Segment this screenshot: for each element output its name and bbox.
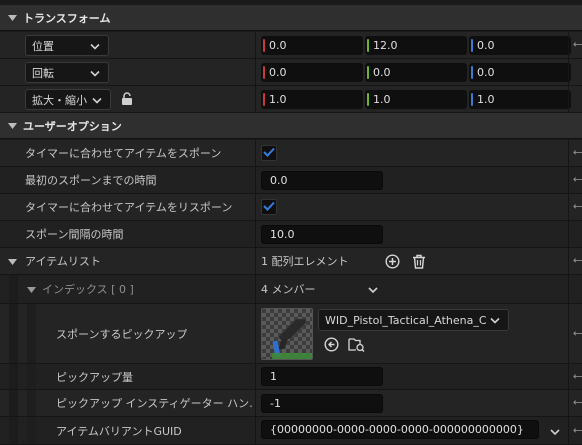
variant-guid-row: アイテムバリアントGUID {00000000-0000-0000-0000-0…	[0, 417, 582, 445]
property-label: タイマーに合わせてアイテムをスポーン	[25, 147, 222, 160]
property-label: アイテムバリアントGUID	[56, 424, 182, 438]
spawn-interval-input[interactable]: 10.0	[261, 225, 383, 244]
pickup-instigator-input[interactable]: -1	[261, 394, 383, 413]
chevron-down-icon	[490, 314, 500, 327]
property-label: アイテムリスト	[25, 255, 101, 268]
scale-x-field[interactable]: 1.0	[261, 90, 363, 109]
scale-z-field[interactable]: 1.0	[469, 90, 571, 109]
rotation-mode-dropdown[interactable]: 回転	[25, 62, 109, 83]
property-label: ピックアップ量	[56, 370, 133, 384]
expand-arrow-icon[interactable]	[7, 258, 17, 266]
reset-arrow-icon[interactable]: ⟵	[573, 175, 582, 186]
pickup-asset-dropdown[interactable]: WID_Pistol_Tactical_Athena_C	[318, 309, 509, 331]
pickup-count-row: ピックアップ量 1 ⟵	[0, 364, 582, 390]
respawn-on-timer-row: タイマーに合わせてアイテムをリスポーン ⟵	[0, 194, 582, 221]
property-label: ピックアップ インスティゲーター ハン…	[56, 397, 252, 410]
checkmark-icon	[263, 147, 275, 160]
use-selected-icon[interactable]	[323, 336, 339, 352]
pickup-asset-thumbnail[interactable]	[261, 308, 313, 360]
lock-icon[interactable]	[119, 91, 135, 107]
chevron-down-icon	[90, 66, 100, 79]
z-value: 0.0	[477, 66, 495, 79]
y-value: 1.0	[373, 93, 391, 106]
rotation-y-field[interactable]: 0.0	[365, 63, 467, 82]
respawn-on-timer-checkbox[interactable]	[261, 199, 277, 215]
field-value: 0.0	[270, 174, 288, 187]
scale-row: 拡大・縮小 1.0 1.0 1.0	[0, 86, 582, 113]
chevron-down-icon[interactable]	[549, 427, 561, 437]
location-x-field[interactable]: 0.0	[261, 36, 363, 55]
index-0-row: インデックス [ 0 ] 4 メンバー	[0, 275, 582, 304]
reset-arrow-icon[interactable]: ⟵	[573, 425, 582, 436]
location-y-field[interactable]: 12.0	[365, 36, 467, 55]
details-panel: トランスフォーム 位置 0.0 12.0 0.0 ⟵ 回転 0.0 0.0 0.…	[0, 0, 582, 445]
reset-arrow-icon[interactable]: ⟵	[573, 328, 582, 339]
pickup-instigator-row: ピックアップ インスティゲーター ハン… -1 ⟵	[0, 390, 582, 417]
x-value: 0.0	[269, 39, 287, 52]
array-index-label: インデックス [ 0 ]	[42, 283, 134, 296]
rotation-x-field[interactable]: 0.0	[261, 63, 363, 82]
collapse-arrow-icon[interactable]	[7, 121, 17, 131]
asset-name: WID_Pistol_Tactical_Athena_C	[325, 313, 487, 327]
property-label: タイマーに合わせてアイテムをリスポーン	[25, 201, 233, 214]
category-title: トランスフォーム	[23, 11, 111, 25]
pistol-icon	[272, 318, 312, 359]
y-value: 12.0	[373, 39, 398, 52]
chevron-down-icon	[92, 93, 102, 106]
field-value: {00000000-0000-0000-0000-000000000000}	[270, 423, 524, 436]
spawn-on-timer-row: タイマーに合わせてアイテムをスポーン ⟵	[0, 140, 582, 167]
chevron-down-icon	[90, 39, 100, 52]
dropdown-label: 位置	[32, 39, 54, 53]
rotation-z-field[interactable]: 0.0	[469, 63, 571, 82]
z-value: 1.0	[477, 93, 495, 106]
spawn-interval-row: スポーン間隔の時間 10.0	[0, 221, 582, 248]
transform-category-header[interactable]: トランスフォーム	[0, 5, 582, 31]
plus-circle-icon[interactable]	[384, 253, 401, 270]
browse-icon[interactable]	[347, 336, 365, 352]
dropdown-label: 回転	[32, 66, 54, 80]
pickup-count-input[interactable]: 1	[261, 367, 383, 386]
x-value: 1.0	[269, 93, 287, 106]
field-value: 10.0	[270, 228, 295, 241]
field-value: -1	[270, 397, 281, 410]
dropdown-label: 拡大・縮小	[32, 93, 87, 107]
variant-guid-input[interactable]: {00000000-0000-0000-0000-000000000000}	[261, 420, 539, 439]
x-value: 0.0	[269, 66, 287, 79]
trash-icon[interactable]	[410, 253, 427, 270]
user-options-category-header[interactable]: ユーザーオプション	[0, 113, 582, 139]
rotation-row: 回転 0.0 0.0 0.0	[0, 59, 582, 86]
array-element-count: 1 配列エレメント	[261, 255, 349, 268]
scale-y-field[interactable]: 1.0	[365, 90, 467, 109]
category-title: ユーザーオプション	[23, 119, 122, 133]
spawn-on-timer-checkbox[interactable]	[261, 145, 277, 161]
reset-arrow-icon[interactable]: ⟵	[573, 40, 582, 51]
reset-arrow-icon[interactable]: ⟵	[573, 148, 582, 159]
reset-arrow-icon[interactable]: ⟵	[573, 256, 582, 267]
property-label: スポーン間隔の時間	[25, 228, 124, 241]
item-list-row: アイテムリスト 1 配列エレメント ⟵	[0, 248, 582, 275]
reset-arrow-icon[interactable]: ⟵	[573, 202, 582, 213]
field-value: 1	[270, 370, 277, 383]
location-z-field[interactable]: 0.0	[469, 36, 571, 55]
z-value: 0.0	[477, 39, 495, 52]
chevron-down-icon[interactable]	[367, 285, 379, 295]
scale-mode-dropdown[interactable]: 拡大・縮小	[25, 89, 111, 110]
y-value: 0.0	[373, 66, 391, 79]
reset-arrow-icon[interactable]: ⟵	[573, 371, 582, 382]
property-label: 最初のスポーンまでの時間	[25, 174, 157, 187]
reset-arrow-icon[interactable]: ⟵	[573, 398, 582, 409]
location-row: 位置 0.0 12.0 0.0 ⟵	[0, 32, 582, 59]
first-spawn-time-row: 最初のスポーンまでの時間 0.0 ⟵	[0, 167, 582, 194]
location-mode-dropdown[interactable]: 位置	[25, 35, 109, 56]
property-label: スポーンするピックアップ	[56, 327, 188, 341]
expand-arrow-icon[interactable]	[26, 286, 36, 294]
pickup-to-spawn-row: スポーンするピックアップ WID_Pistol_Tactical_Athena_…	[0, 304, 582, 364]
member-count: 4 メンバー	[261, 283, 316, 296]
collapse-arrow-icon[interactable]	[7, 13, 17, 23]
first-spawn-time-input[interactable]: 0.0	[261, 171, 383, 190]
checkmark-icon	[263, 201, 275, 214]
